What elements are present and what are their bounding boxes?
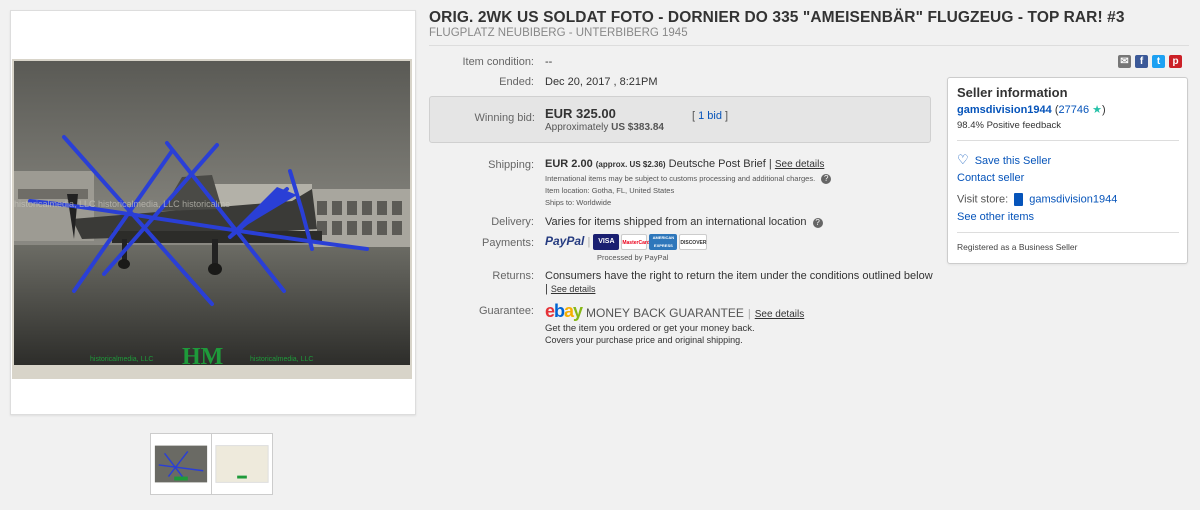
ebay-logo: ebay: [545, 301, 583, 321]
bid-count: [ 1 bid ]: [692, 110, 729, 122]
seller-divider-2: [957, 232, 1179, 233]
main-image-panel[interactable]: historicalmedia, LLC historicalmedia, LL…: [10, 10, 416, 415]
winning-bid-box: Winning bid: EUR 325.00 Approximately US…: [429, 96, 931, 143]
intl-note: International items may be subject to cu…: [545, 174, 816, 183]
winning-price: EUR 325.00: [545, 106, 616, 121]
photo-watermark-top: historicalmedia, LLC historicalmedia, LL…: [14, 199, 230, 209]
star-icon: ★: [1092, 104, 1103, 116]
approx-value: US $383.84: [611, 122, 664, 133]
winning-bid-label: Winning bid:: [474, 112, 535, 124]
contact-seller-link[interactable]: Contact seller: [957, 172, 1024, 184]
heart-icon: ♡: [957, 152, 969, 167]
thumbnail-1-image: [154, 445, 208, 483]
ended-value: Dec 20, 2017 , 8:21PM: [545, 76, 658, 88]
seller-info-title: Seller information: [957, 85, 1068, 100]
see-other-items-link[interactable]: See other items: [957, 211, 1034, 223]
mbg-line2: Covers your purchase price and original …: [545, 335, 743, 345]
bid-count-link[interactable]: 1 bid: [698, 110, 722, 122]
save-seller-row[interactable]: ♡ Save this Seller: [957, 152, 1051, 168]
shipping-approx: (approx. US $2.36): [595, 160, 666, 169]
payment-methods: PayPal | VISA MasterCardAMERICAN EXPRESS D…: [545, 234, 708, 251]
visit-store-label: Visit store:: [957, 193, 1009, 206]
thumbnail-1[interactable]: [150, 433, 212, 495]
listing-subtitle: FLUGPLATZ NEUBIBERG - UNTERBIBERG 1945: [429, 27, 688, 39]
store-icon: [1014, 193, 1024, 206]
visit-store-row: Visit store: gamsdivision1944: [957, 193, 1117, 206]
guarantee-label: Guarantee:: [478, 305, 534, 317]
pinterest-share-icon[interactable]: p: [1169, 55, 1182, 68]
payments-label: Payments:: [482, 237, 534, 249]
seller-name-link[interactable]: gamsdivision1944: [957, 104, 1052, 116]
delivery-label: Delivery:: [491, 216, 534, 228]
returns-details: | See details: [545, 283, 596, 295]
guarantee-row: ebay MONEY BACK GUARANTEE | See details: [545, 301, 805, 321]
twitter-share-icon[interactable]: t: [1152, 55, 1165, 68]
guarantee-see-details-link[interactable]: See details: [755, 309, 804, 320]
condition-label: Item condition:: [462, 56, 534, 68]
item-location: Item location: Gotha, FL, United States: [545, 186, 675, 195]
seller-score-link[interactable]: 27746: [1059, 104, 1090, 116]
listing-photo[interactable]: historicalmedia, LLC historicalmedia, LL…: [12, 59, 412, 379]
approx-price: Approximately US $383.84: [545, 122, 664, 133]
save-seller-link[interactable]: Save this Seller: [975, 155, 1051, 167]
returns-see-details-link[interactable]: See details: [551, 284, 596, 294]
amex-icon: AMERICAN EXPRESS: [649, 234, 678, 251]
thumbnail-2[interactable]: [211, 433, 273, 495]
returns-value: Consumers have the right to return the i…: [545, 270, 933, 282]
positive-feedback: 98.4% Positive feedback: [957, 120, 1062, 131]
photo-watermark-left: historicalmedia, LLC: [90, 356, 153, 363]
shipping-label: Shipping:: [488, 159, 534, 171]
returns-label: Returns:: [492, 270, 534, 282]
visa-icon: VISA: [593, 234, 620, 251]
money-back-guarantee: MONEY BACK GUARANTEE: [586, 306, 744, 320]
photo-watermark-main: HM: [182, 344, 223, 370]
thumbnail-2-image: [215, 445, 269, 483]
paypal-logo: PayPal: [545, 234, 585, 248]
facebook-share-icon[interactable]: f: [1135, 55, 1148, 68]
seller-info-box: Seller information gamsdivision1944 (277…: [947, 77, 1188, 264]
shipping-method: Deutsche Post Brief: [668, 158, 766, 170]
shipping-value: EUR 2.00 (approx. US $2.36) Deutsche Pos…: [545, 158, 825, 170]
discover-icon: DISCOVER: [679, 234, 708, 251]
title-divider: [429, 45, 1189, 46]
ended-label: Ended:: [499, 76, 534, 88]
email-share-icon[interactable]: ✉: [1118, 55, 1131, 68]
condition-value: --: [545, 56, 553, 68]
delivery-row: Varies for items shipped from an interna…: [545, 216, 823, 228]
approx-prefix: Approximately: [545, 122, 609, 133]
intl-note-row: International items may be subject to cu…: [545, 174, 832, 184]
shipping-see-details-link[interactable]: See details: [775, 159, 824, 170]
processed-by-paypal: Processed by PayPal: [597, 253, 669, 262]
delivery-help-icon[interactable]: ?: [812, 218, 823, 228]
ships-to: Ships to: Worldwide: [545, 198, 612, 207]
business-seller-note: Registered as a Business Seller: [957, 242, 1078, 252]
listing-title: ORIG. 2WK US SOLDAT FOTO - DORNIER DO 33…: [429, 9, 1125, 26]
photo-watermark-right: historicalmedia, LLC: [250, 356, 313, 363]
seller-divider-1: [957, 140, 1179, 141]
help-icon[interactable]: ?: [821, 174, 832, 184]
mastercard-icon: MasterCard: [621, 234, 650, 251]
store-name-link[interactable]: gamsdivision1944: [1029, 193, 1117, 205]
mbg-line1: Get the item you ordered or get your mon…: [545, 323, 755, 334]
delivery-value: Varies for items shipped from an interna…: [545, 216, 807, 228]
shipping-price: EUR 2.00: [545, 158, 593, 170]
seller-name-row: gamsdivision1944 (27746 ★): [957, 104, 1106, 116]
share-icons: ✉ f t p: [1118, 55, 1182, 68]
